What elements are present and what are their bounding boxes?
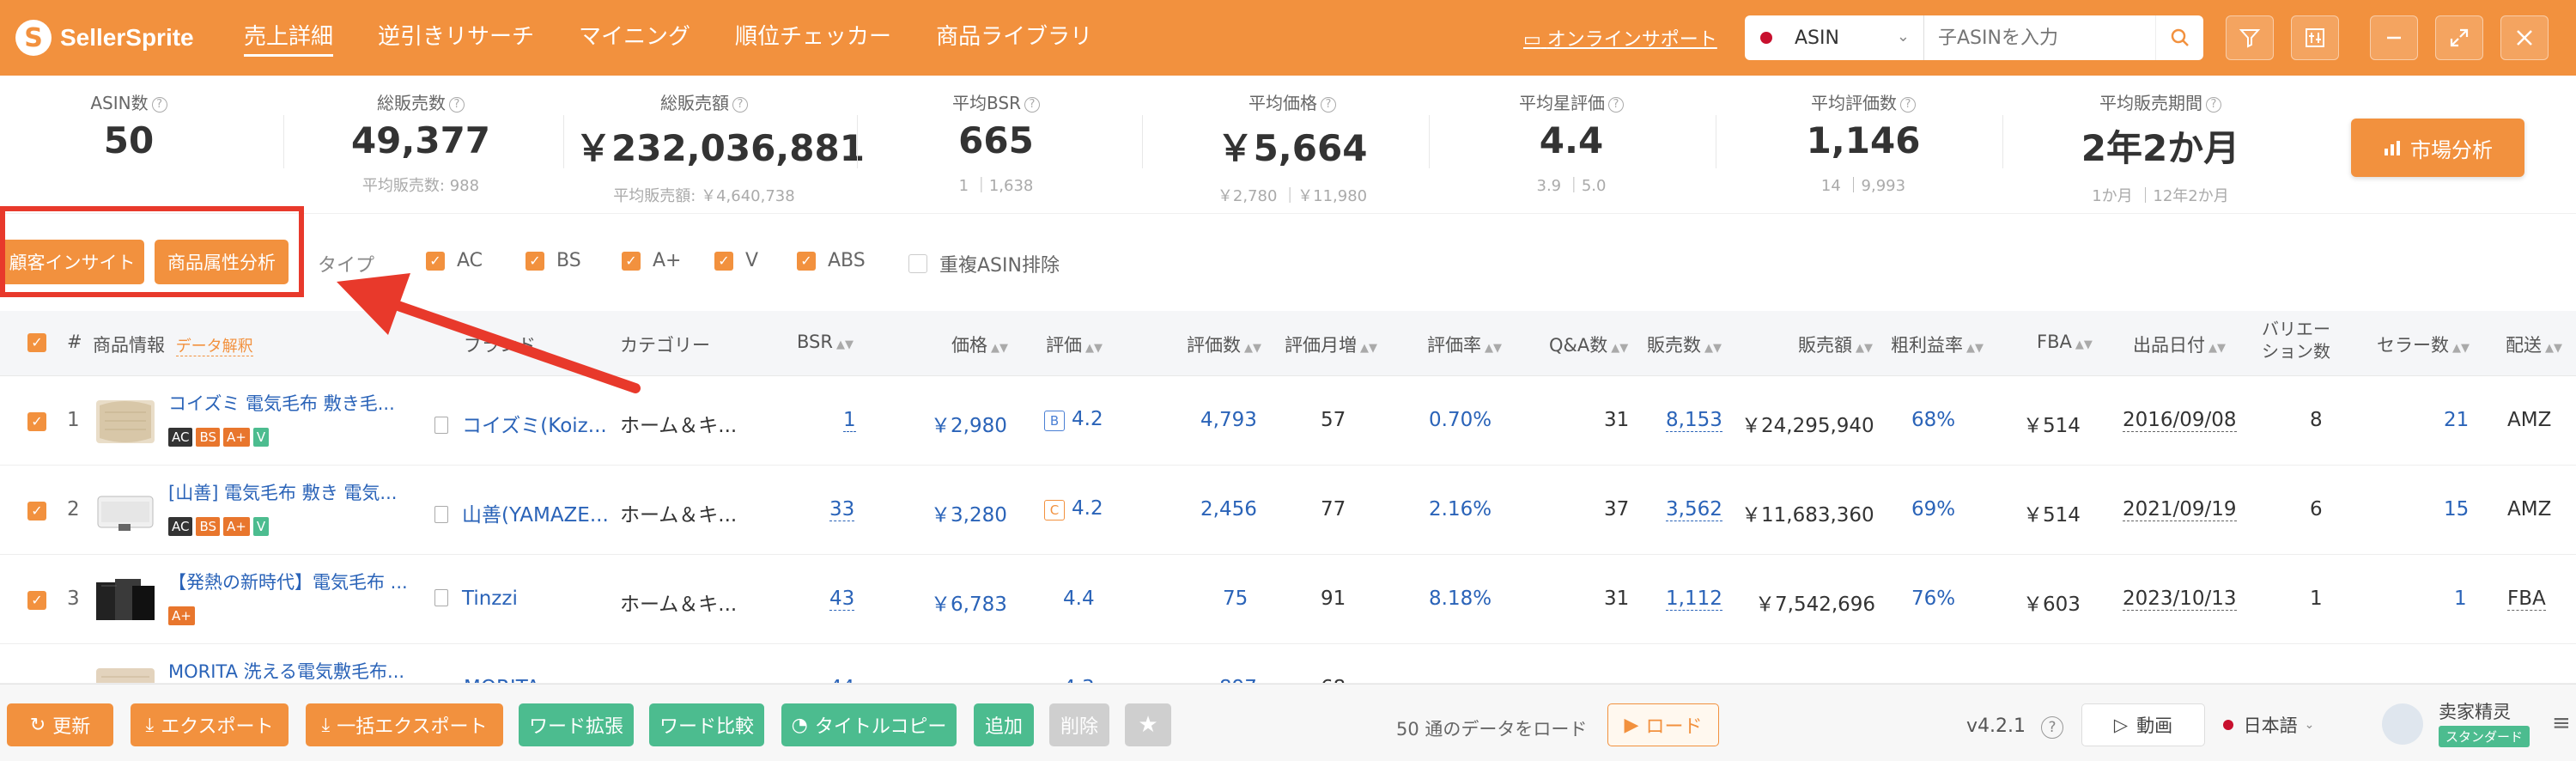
language-select[interactable]: 日本語 ⌄ bbox=[2205, 703, 2332, 746]
play-icon: ▶ bbox=[1624, 714, 1639, 736]
version-text: v4.2.1 bbox=[1966, 715, 2026, 737]
star-icon: ★ bbox=[1138, 712, 1158, 738]
load-label: ロード bbox=[1645, 716, 1703, 738]
load-button[interactable]: ▶ ロード bbox=[1607, 703, 1719, 746]
language-value: 日本語 bbox=[2243, 715, 2298, 736]
bulk-export-button[interactable]: ⤓ 一括エクスポート bbox=[306, 703, 503, 746]
video-label: 動画 bbox=[2136, 715, 2173, 736]
japan-flag-icon bbox=[2222, 720, 2233, 730]
video-icon: ▷ bbox=[2113, 715, 2129, 735]
user-name: 卖家精灵 bbox=[2439, 702, 2511, 722]
word-compare-button[interactable]: ワード比較 bbox=[649, 703, 764, 746]
download-icon: ⤓ bbox=[145, 714, 155, 736]
word-expand-button[interactable]: ワード拡張 bbox=[519, 703, 634, 746]
download-icon: ⤓ bbox=[321, 714, 331, 736]
export-button[interactable]: ⤓ エクスポート bbox=[131, 703, 289, 746]
chevron-down-icon: ⌄ bbox=[2304, 718, 2315, 732]
refresh-button[interactable]: ↻ 更新 bbox=[7, 703, 113, 746]
bulk-export-label: 一括エクスポート bbox=[337, 716, 488, 738]
refresh-icon: ↻ bbox=[29, 714, 46, 736]
version-label: v4.2.1? bbox=[1966, 715, 2063, 739]
refresh-label: 更新 bbox=[52, 716, 91, 738]
video-button[interactable]: ▷ 動画 bbox=[2081, 703, 2205, 746]
title-copy-label: タイトルコピー bbox=[814, 716, 947, 738]
favorite-button[interactable]: ★ bbox=[1125, 703, 1171, 746]
user-plan-badge: スタンダード bbox=[2439, 726, 2530, 747]
delete-button[interactable]: 削除 bbox=[1049, 703, 1109, 746]
annotation-arrow-icon bbox=[337, 273, 641, 393]
help-icon[interactable]: ? bbox=[2041, 716, 2063, 739]
menu-icon[interactable]: ≡ bbox=[2552, 710, 2571, 736]
bottom-toolbar: ↻ 更新 ⤓ エクスポート ⤓ 一括エクスポート ワード拡張 ワード比較 ◔ タイトルコ… bbox=[0, 684, 2576, 761]
export-label: エクスポート bbox=[161, 716, 274, 738]
avatar bbox=[2382, 703, 2423, 745]
load-count-text: 50 通のデータをロード bbox=[1396, 719, 1588, 740]
add-button[interactable]: 追加 bbox=[974, 703, 1034, 746]
title-copy-button[interactable]: ◔ タイトルコピー bbox=[781, 703, 957, 746]
pie-chart-icon: ◔ bbox=[791, 714, 808, 736]
user-profile[interactable]: 卖家精灵 スタンダード ≡ bbox=[2370, 691, 2576, 758]
